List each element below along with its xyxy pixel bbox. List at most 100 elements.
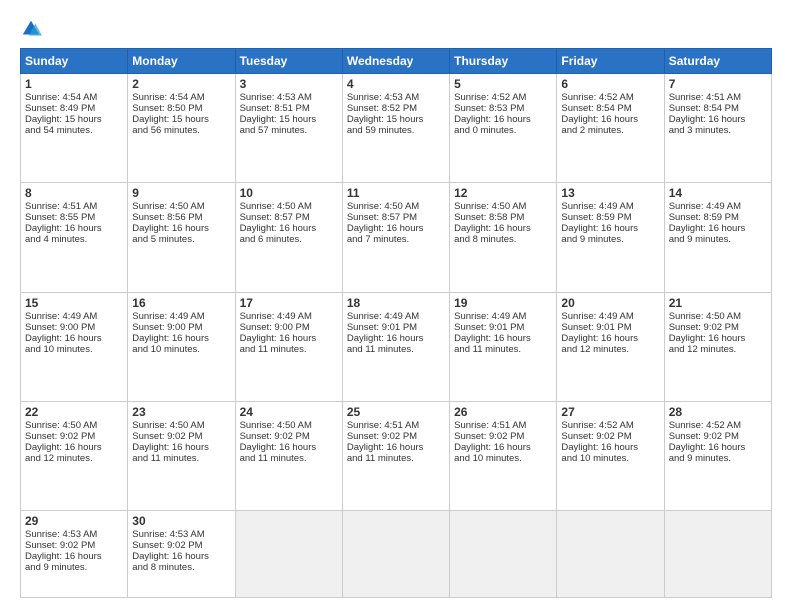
day-info-line: Sunrise: 4:49 AM [25,311,123,322]
day-number: 21 [669,296,767,310]
day-info-line: Sunrise: 4:54 AM [132,92,230,103]
day-of-week-header: Friday [557,49,664,74]
day-number: 28 [669,405,767,419]
day-info-line: Sunset: 8:54 PM [561,103,659,114]
calendar-cell: 9Sunrise: 4:50 AMSunset: 8:56 PMDaylight… [128,183,235,292]
day-info-line: Sunrise: 4:52 AM [454,92,552,103]
day-info-line: Sunset: 9:00 PM [132,322,230,333]
day-info-line: and 11 minutes. [132,453,230,464]
day-of-week-header: Thursday [450,49,557,74]
calendar-row: 22Sunrise: 4:50 AMSunset: 9:02 PMDayligh… [21,401,772,510]
day-info-line: Sunrise: 4:53 AM [25,529,123,540]
calendar-cell: 20Sunrise: 4:49 AMSunset: 9:01 PMDayligh… [557,292,664,401]
calendar-cell: 25Sunrise: 4:51 AMSunset: 9:02 PMDayligh… [342,401,449,510]
day-of-week-header: Sunday [21,49,128,74]
day-info-line: Sunset: 9:01 PM [561,322,659,333]
day-info-line: and 10 minutes. [454,453,552,464]
day-info-line: Daylight: 16 hours [454,223,552,234]
day-info-line: Sunrise: 4:53 AM [240,92,338,103]
day-number: 5 [454,77,552,91]
day-info-line: Sunrise: 4:49 AM [669,201,767,212]
day-info-line: and 9 minutes. [25,562,123,573]
day-info-line: Sunrise: 4:49 AM [561,201,659,212]
calendar-cell: 12Sunrise: 4:50 AMSunset: 8:58 PMDayligh… [450,183,557,292]
calendar-row: 29Sunrise: 4:53 AMSunset: 9:02 PMDayligh… [21,511,772,598]
logo [20,18,46,40]
day-info-line: Daylight: 16 hours [240,223,338,234]
day-info-line: Daylight: 16 hours [240,333,338,344]
calendar-cell: 28Sunrise: 4:52 AMSunset: 9:02 PMDayligh… [664,401,771,510]
day-info-line: Sunrise: 4:51 AM [454,420,552,431]
day-info-line: Daylight: 16 hours [25,551,123,562]
day-info-line: Sunset: 9:02 PM [25,431,123,442]
day-info-line: Sunset: 8:49 PM [25,103,123,114]
calendar-cell: 18Sunrise: 4:49 AMSunset: 9:01 PMDayligh… [342,292,449,401]
day-info-line: Sunrise: 4:49 AM [240,311,338,322]
day-info-line: Sunrise: 4:49 AM [561,311,659,322]
day-number: 24 [240,405,338,419]
calendar-cell [664,511,771,598]
calendar-cell: 1Sunrise: 4:54 AMSunset: 8:49 PMDaylight… [21,74,128,183]
day-info-line: and 10 minutes. [132,344,230,355]
day-info-line: and 12 minutes. [561,344,659,355]
day-info-line: Sunset: 9:01 PM [347,322,445,333]
day-number: 10 [240,186,338,200]
calendar-row: 15Sunrise: 4:49 AMSunset: 9:00 PMDayligh… [21,292,772,401]
day-number: 2 [132,77,230,91]
calendar-header-row: SundayMondayTuesdayWednesdayThursdayFrid… [21,49,772,74]
day-info-line: Sunset: 9:02 PM [132,431,230,442]
day-info-line: and 12 minutes. [669,344,767,355]
day-info-line: and 7 minutes. [347,234,445,245]
page: SundayMondayTuesdayWednesdayThursdayFrid… [0,0,792,612]
day-info-line: Daylight: 15 hours [240,114,338,125]
day-number: 19 [454,296,552,310]
day-info-line: and 11 minutes. [454,344,552,355]
day-info-line: Daylight: 16 hours [561,442,659,453]
calendar-cell: 4Sunrise: 4:53 AMSunset: 8:52 PMDaylight… [342,74,449,183]
day-of-week-header: Saturday [664,49,771,74]
day-of-week-header: Monday [128,49,235,74]
calendar-cell [235,511,342,598]
day-info-line: Sunrise: 4:50 AM [25,420,123,431]
calendar-cell: 2Sunrise: 4:54 AMSunset: 8:50 PMDaylight… [128,74,235,183]
day-of-week-header: Wednesday [342,49,449,74]
day-info-line: Sunset: 8:54 PM [669,103,767,114]
day-info-line: Daylight: 16 hours [561,114,659,125]
day-info-line: Daylight: 16 hours [454,114,552,125]
calendar-cell: 21Sunrise: 4:50 AMSunset: 9:02 PMDayligh… [664,292,771,401]
day-info-line: and 11 minutes. [240,453,338,464]
day-info-line: Sunrise: 4:51 AM [669,92,767,103]
day-info-line: and 6 minutes. [240,234,338,245]
day-info-line: Sunrise: 4:50 AM [132,420,230,431]
day-info-line: Daylight: 16 hours [132,223,230,234]
calendar-cell: 14Sunrise: 4:49 AMSunset: 8:59 PMDayligh… [664,183,771,292]
day-info-line: Sunset: 9:00 PM [240,322,338,333]
logo-icon [20,18,42,40]
day-number: 17 [240,296,338,310]
day-info-line: and 5 minutes. [132,234,230,245]
day-info-line: Sunset: 8:58 PM [454,212,552,223]
day-info-line: Sunrise: 4:50 AM [240,420,338,431]
header [20,18,772,40]
day-info-line: Sunrise: 4:53 AM [132,529,230,540]
day-number: 23 [132,405,230,419]
day-info-line: Daylight: 16 hours [561,223,659,234]
day-info-line: Sunrise: 4:49 AM [454,311,552,322]
calendar-cell: 13Sunrise: 4:49 AMSunset: 8:59 PMDayligh… [557,183,664,292]
day-number: 25 [347,405,445,419]
calendar: SundayMondayTuesdayWednesdayThursdayFrid… [20,48,772,598]
day-info-line: Sunset: 8:59 PM [561,212,659,223]
day-info-line: Sunrise: 4:52 AM [561,92,659,103]
day-info-line: Sunrise: 4:50 AM [240,201,338,212]
day-info-line: Daylight: 15 hours [347,114,445,125]
day-info-line: Daylight: 16 hours [347,333,445,344]
calendar-body: 1Sunrise: 4:54 AMSunset: 8:49 PMDaylight… [21,74,772,598]
day-info-line: and 8 minutes. [132,562,230,573]
calendar-cell: 5Sunrise: 4:52 AMSunset: 8:53 PMDaylight… [450,74,557,183]
calendar-cell [450,511,557,598]
day-number: 20 [561,296,659,310]
day-info-line: Sunrise: 4:51 AM [347,420,445,431]
day-info-line: and 9 minutes. [669,234,767,245]
day-number: 8 [25,186,123,200]
calendar-cell [557,511,664,598]
